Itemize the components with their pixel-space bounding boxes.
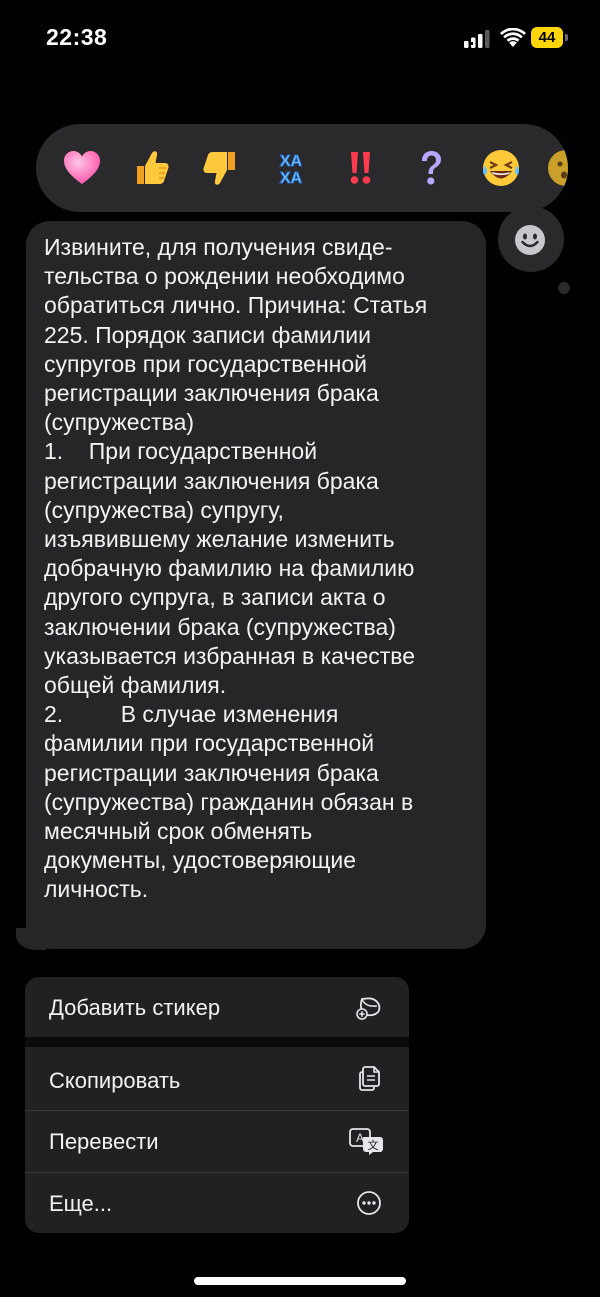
menu-item-label: Перевести xyxy=(49,1129,159,1154)
question-mark-icon[interactable] xyxy=(409,146,453,190)
thumbs-down-icon[interactable] xyxy=(199,146,243,190)
clock: 22:38 xyxy=(46,24,108,50)
svg-text:ХА: ХА xyxy=(280,153,303,170)
translate-icon: A 文 xyxy=(349,1128,383,1155)
haha-icon[interactable]: ХА ХА xyxy=(269,146,313,190)
menu-item-label: Добавить стикер xyxy=(49,995,221,1020)
face-emoji-icon[interactable] xyxy=(544,146,568,190)
menu-item-label: Еще... xyxy=(49,1191,113,1216)
context-menu: Добавить стикер Скопировать Перевести A … xyxy=(25,977,409,1233)
menu-more[interactable]: Еще... xyxy=(25,1173,409,1233)
double-exclamation-icon[interactable] xyxy=(339,146,383,190)
menu-item-label: Скопировать xyxy=(49,1068,181,1093)
battery-indicator: 44 xyxy=(531,27,569,48)
message-bubble[interactable]: Извините, для получения свиде- тельства … xyxy=(26,221,486,949)
cellular-signal-icon xyxy=(464,30,490,48)
more-icon xyxy=(357,1191,381,1215)
menu-group-separator xyxy=(25,1037,409,1047)
copy-icon xyxy=(359,1066,380,1091)
laughing-face-icon[interactable] xyxy=(479,146,523,190)
thumbs-up-icon[interactable] xyxy=(129,146,173,190)
message-text: Извините, для получения свиде- тельства … xyxy=(44,234,428,903)
menu-copy[interactable]: Скопировать xyxy=(25,1047,409,1109)
svg-text:ХА: ХА xyxy=(280,170,303,187)
menu-translate[interactable]: Перевести A 文 xyxy=(25,1111,409,1171)
menu-add-sticker[interactable]: Добавить стикер xyxy=(25,977,409,1037)
sticker-add-icon xyxy=(356,997,381,1020)
emoji-picker-icon[interactable] xyxy=(508,218,552,262)
reaction-bar: ХА ХА xyxy=(36,124,568,212)
bubble-tail-dot xyxy=(558,282,570,294)
heart-icon[interactable] xyxy=(60,146,104,190)
svg-text:A: A xyxy=(356,1131,364,1145)
svg-text:文: 文 xyxy=(368,1138,379,1152)
status-bar: 22:38 44 xyxy=(0,0,600,80)
wifi-icon xyxy=(500,28,526,47)
home-indicator[interactable] xyxy=(194,1277,406,1285)
battery-level: 44 xyxy=(538,29,556,46)
